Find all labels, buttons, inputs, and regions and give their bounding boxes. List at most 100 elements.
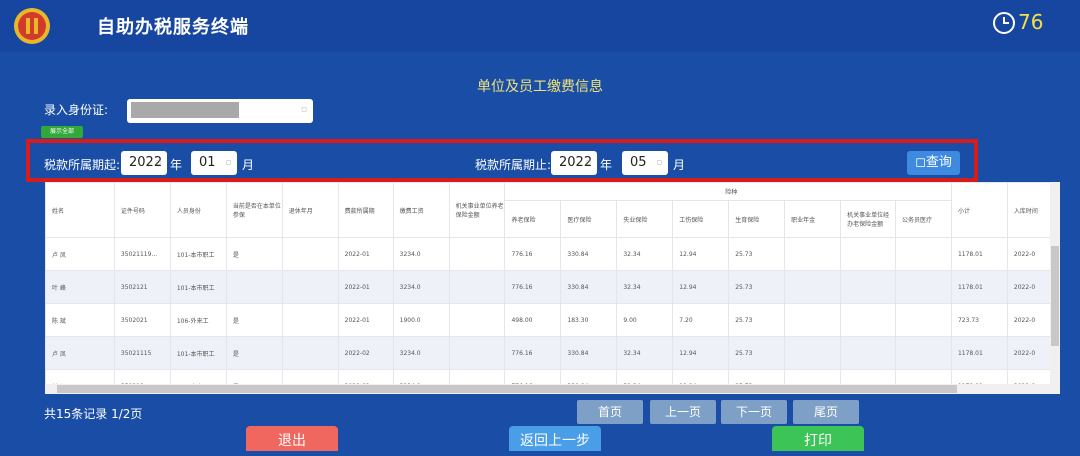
table-cell <box>895 303 952 337</box>
table-cell: 35021119... <box>113 237 171 271</box>
table-cell <box>895 270 952 304</box>
table-cell: 35021115 <box>113 336 171 370</box>
id-card-label: 录入身份证: <box>44 103 109 117</box>
table-row[interactable]: 卢 凤 35021119... 101-本市职工是 2022-01 3234.0 776.… <box>45 237 1060 271</box>
search-icon: ◻ <box>915 155 926 170</box>
col-header: 生育保险 <box>728 200 786 238</box>
first-page-button[interactable]: 首页 <box>577 400 643 424</box>
table-cell <box>784 303 842 337</box>
table-cell: 101-本市职工 <box>169 237 227 271</box>
table-cell: 25.73 <box>728 336 786 370</box>
table-cell: 陈 斌 <box>45 303 115 337</box>
table-cell: 25.73 <box>728 303 786 337</box>
table-cell: 32.34 <box>616 270 674 304</box>
table-cell: 7.20 <box>672 303 730 337</box>
table-cell: 卢 凤 <box>45 336 115 370</box>
table-cell: 是 <box>225 303 283 337</box>
table-cell: 1178.01 <box>950 237 1008 271</box>
table-cell <box>448 270 506 304</box>
tax-emblem-icon <box>14 8 50 44</box>
table-row[interactable]: 陈 斌 3502021 106-外来工是 2022-01 1900.0 498.00 183… <box>45 303 1060 337</box>
table-cell: 卢 凤 <box>45 237 115 271</box>
col-header: 人员身份 <box>169 182 227 238</box>
table-cell: 32.34 <box>616 336 674 370</box>
table-cell <box>784 336 842 370</box>
table-cell: 叶 峰 <box>45 270 115 304</box>
table-cell: 101-本市职工 <box>169 336 227 370</box>
horizontal-scrollbar[interactable] <box>45 384 1050 394</box>
redacted-id-value <box>131 102 239 118</box>
table-cell: 3234.0 <box>392 336 450 370</box>
table-cell: 3234.0 <box>392 270 450 304</box>
table-cell: 3502121 <box>113 270 171 304</box>
query-button[interactable]: ◻查询 <box>907 151 960 175</box>
group-header: 险种 <box>504 182 952 201</box>
table-cell <box>225 270 283 304</box>
table-cell: 12.94 <box>672 237 730 271</box>
year-unit: 年 <box>600 158 613 172</box>
end-year-select[interactable]: 2022 ◻ <box>551 151 597 175</box>
table-cell <box>281 336 339 370</box>
page-title: 单位及员工缴费信息 <box>477 79 603 95</box>
table-cell: 12.94 <box>672 336 730 370</box>
table-cell <box>784 270 842 304</box>
show-all-button[interactable]: 展示全部 <box>41 126 83 138</box>
vertical-scrollbar[interactable] <box>1050 182 1060 394</box>
table-cell: 498.00 <box>504 303 562 337</box>
table-row[interactable]: 叶 峰 3502121 101-本市职工 2022-01 3234.0 776.16 330… <box>45 270 1060 304</box>
table-cell: 2022-01 <box>337 237 394 271</box>
table-row[interactable]: 卢 凤 35021115 101-本市职工是 2022-02 3234.0 776.16 3… <box>45 336 1060 370</box>
exit-button[interactable]: 退出 <box>246 426 338 451</box>
start-year-select[interactable]: 2022 ◻ <box>121 151 167 175</box>
table-cell <box>784 237 842 271</box>
fee-table: 姓名 证件号码 人员身份 当前是否在本单位参保 退休年月 费款所属期 缴费工资 … <box>45 182 1060 394</box>
countdown-timer: 76 <box>1018 10 1044 34</box>
scroll-thumb[interactable] <box>57 385 957 393</box>
table-cell: 106-外来工 <box>169 303 227 337</box>
print-button[interactable]: 打印 <box>772 426 864 451</box>
table-cell <box>281 270 339 304</box>
table-cell: 是 <box>225 336 283 370</box>
last-page-button[interactable]: 尾页 <box>793 400 859 424</box>
period-start-label: 税款所属期起: <box>44 158 121 172</box>
col-header: 公务员医疗 <box>895 200 952 238</box>
table-cell: 776.16 <box>504 270 562 304</box>
end-month-select[interactable]: 05 ◻ <box>622 151 668 175</box>
table-cell: 776.16 <box>504 237 562 271</box>
col-header: 失业保险 <box>616 200 674 238</box>
table-cell: 330.84 <box>560 336 618 370</box>
col-header: 职业年金 <box>784 200 842 238</box>
table-cell: 12.94 <box>672 270 730 304</box>
table-cell <box>448 303 506 337</box>
col-header: 当前是否在本单位参保 <box>225 182 283 238</box>
table-cell: 3502021 <box>113 303 171 337</box>
start-month-select[interactable]: 01 ◻ <box>191 151 237 175</box>
col-header: 费款所属期 <box>337 182 394 238</box>
clock-icon <box>993 12 1015 34</box>
col-header: 养老保险 <box>504 200 562 238</box>
table-cell <box>448 336 506 370</box>
table-cell: 2022-02 <box>337 336 394 370</box>
scroll-thumb[interactable] <box>1051 246 1059 346</box>
table-cell: 2022-01 <box>337 270 394 304</box>
app-title: 自助办税服务终端 <box>97 17 249 38</box>
table-cell: 2022-01 <box>337 303 394 337</box>
table-cell: 是 <box>225 237 283 271</box>
month-unit: 月 <box>242 158 255 172</box>
prev-page-button[interactable]: 上一页 <box>650 400 716 424</box>
clear-icon[interactable]: ◻ <box>301 105 307 113</box>
table-cell <box>840 336 896 370</box>
table-cell <box>281 237 339 271</box>
back-button[interactable]: 返回上一步 <box>509 426 601 451</box>
table-cell: 330.84 <box>560 270 618 304</box>
col-header: 退休年月 <box>281 182 339 238</box>
next-page-button[interactable]: 下一页 <box>721 400 787 424</box>
table-cell: 1900.0 <box>392 303 450 337</box>
fee-table-grid: 姓名 证件号码 人员身份 当前是否在本单位参保 退休年月 费款所属期 缴费工资 … <box>45 182 1060 394</box>
table-cell: 183.30 <box>560 303 618 337</box>
id-card-input[interactable]: ◻ <box>127 99 313 123</box>
table-cell: 1178.01 <box>950 336 1008 370</box>
col-header: 证件号码 <box>113 182 171 238</box>
table-cell <box>840 237 896 271</box>
table-cell <box>448 237 506 271</box>
